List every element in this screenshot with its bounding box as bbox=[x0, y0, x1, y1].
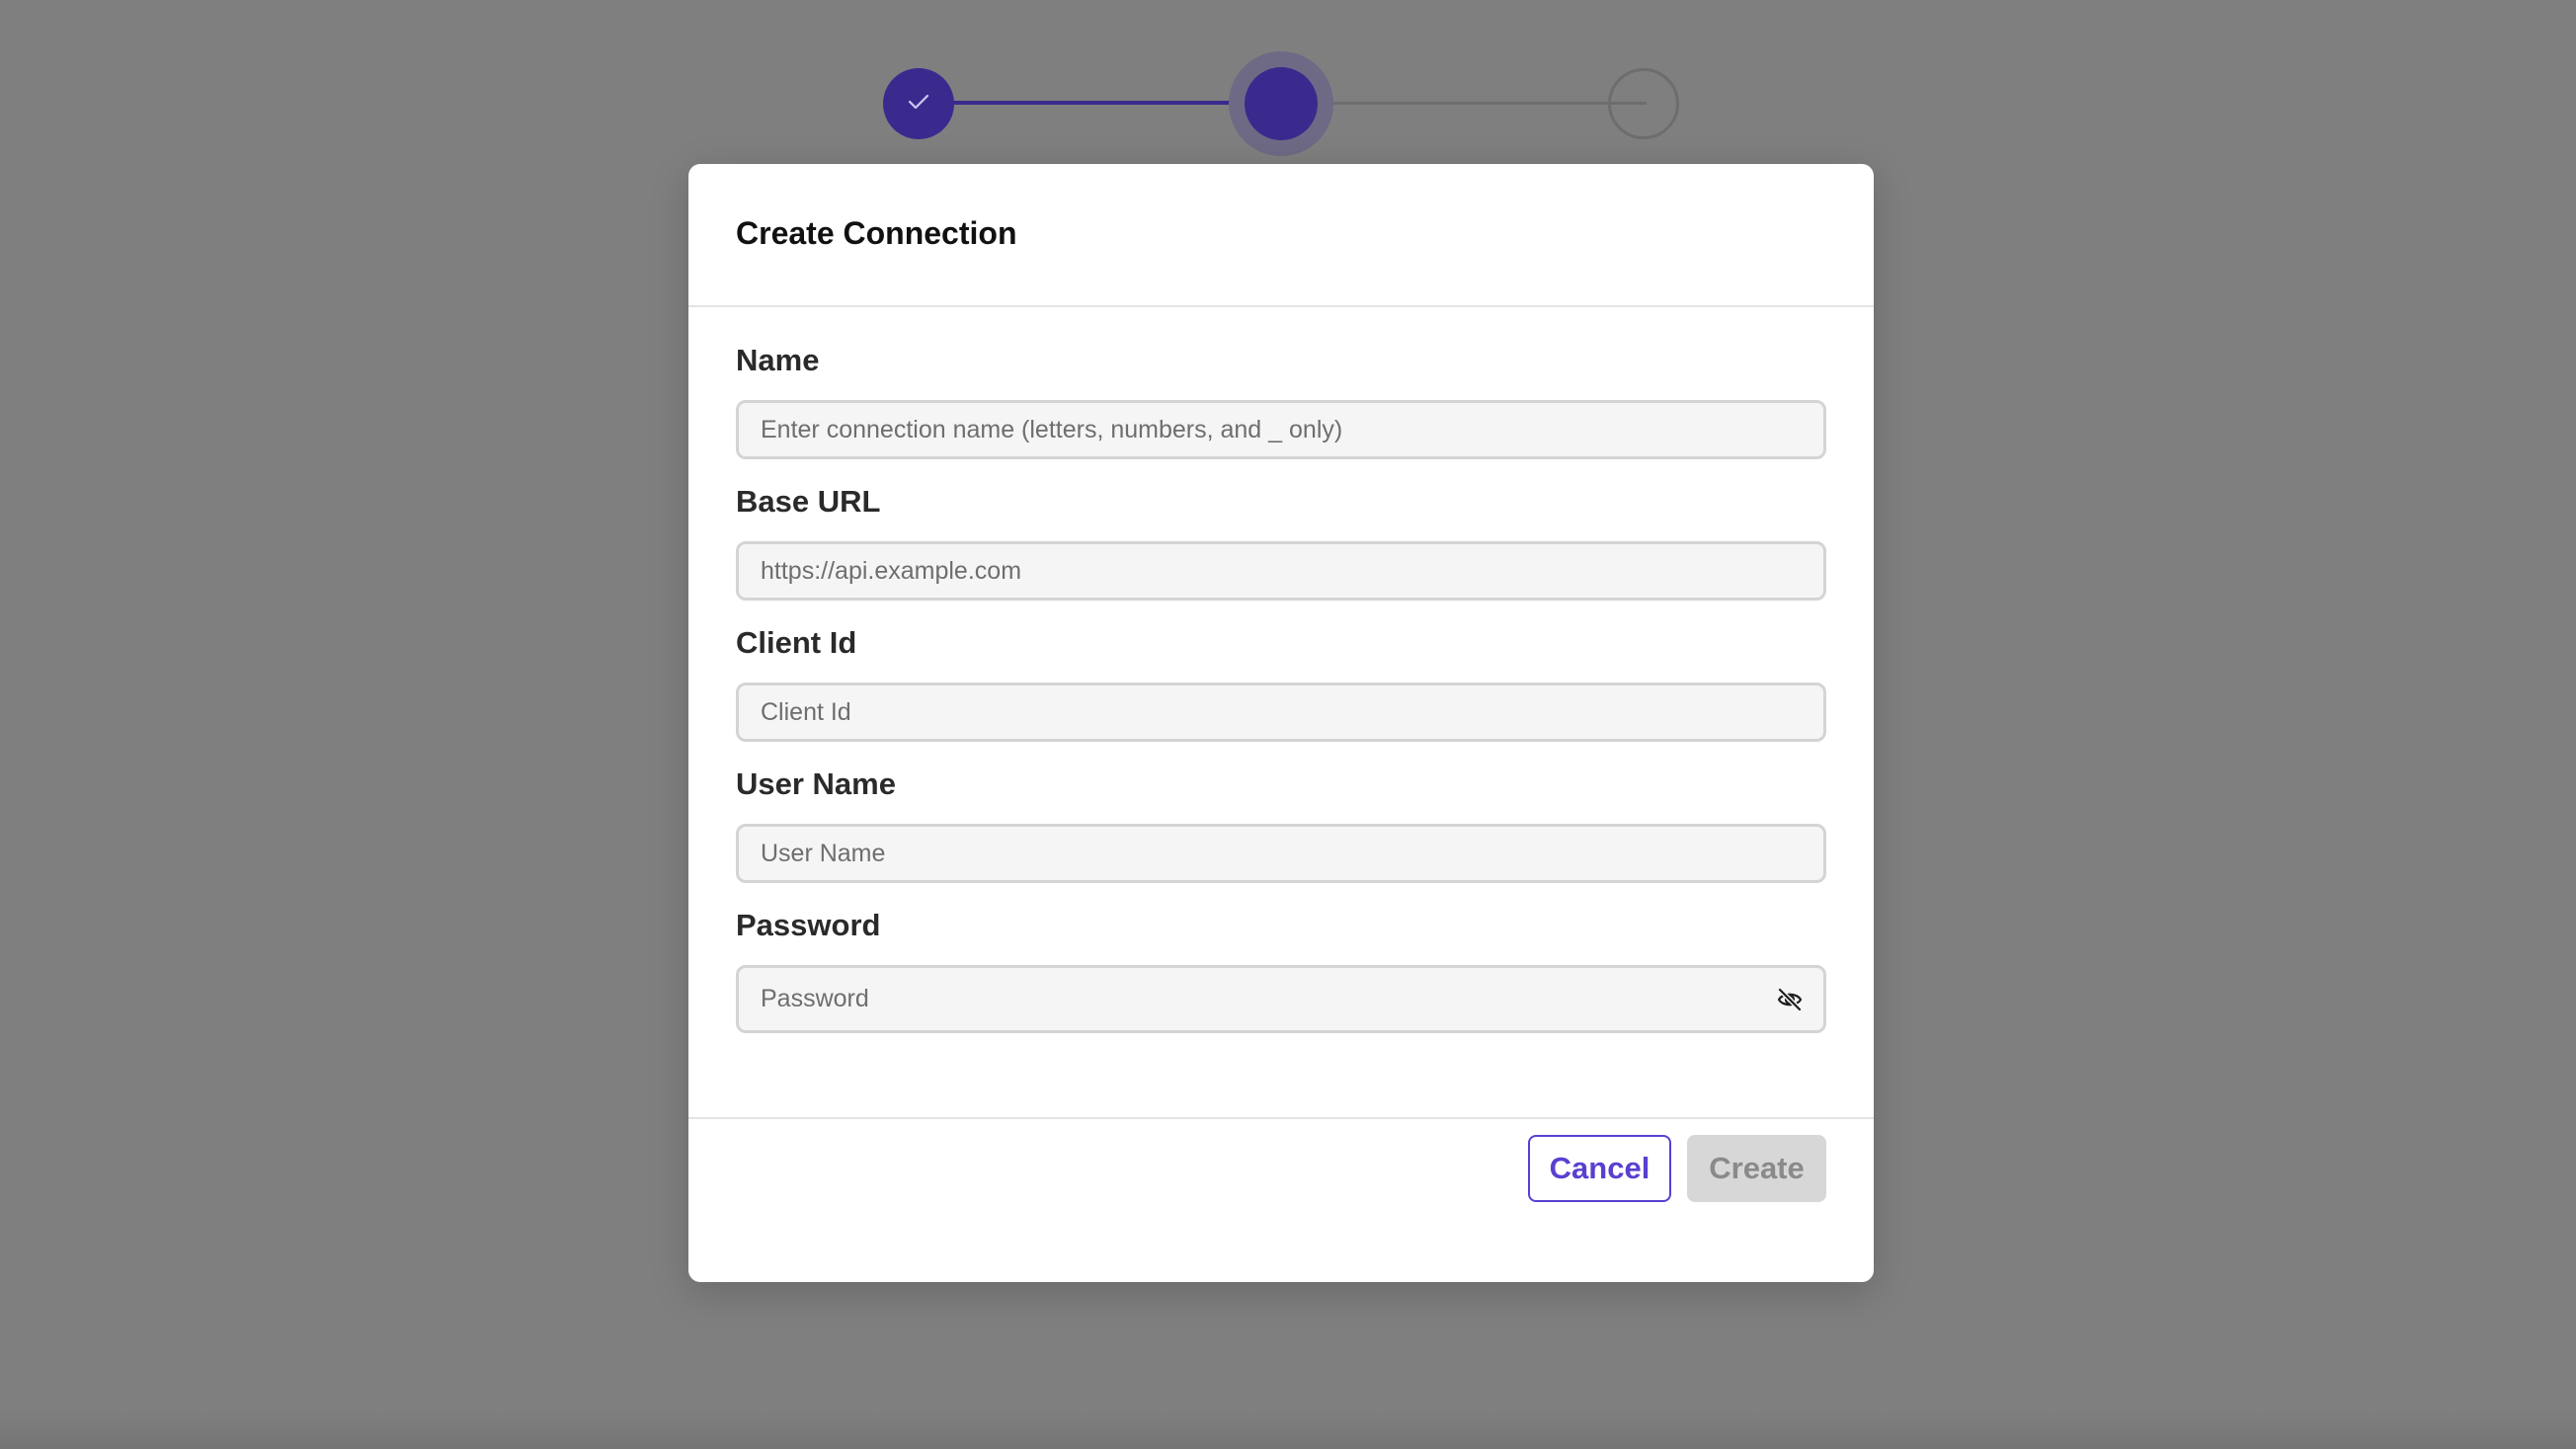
stepper-connector-pending bbox=[1281, 102, 1647, 105]
progress-stepper bbox=[0, 0, 2576, 158]
dialog-footer: Cancel Create bbox=[688, 1119, 1874, 1282]
cancel-button[interactable]: Cancel bbox=[1528, 1135, 1671, 1202]
create-button[interactable]: Create bbox=[1687, 1135, 1826, 1202]
name-field-group: Name bbox=[736, 341, 1826, 459]
name-input[interactable] bbox=[736, 400, 1826, 459]
password-field-group: Password bbox=[736, 906, 1826, 1033]
client-id-label: Client Id bbox=[736, 625, 857, 660]
password-label: Password bbox=[736, 908, 881, 942]
dialog-title: Create Connection bbox=[736, 215, 1017, 251]
user-name-field-group: User Name bbox=[736, 765, 1826, 883]
stepper-step-1 bbox=[883, 68, 954, 139]
client-id-input[interactable] bbox=[736, 683, 1826, 742]
stepper-step-3 bbox=[1608, 68, 1679, 139]
name-label: Name bbox=[736, 343, 820, 377]
check-icon bbox=[908, 93, 929, 116]
dialog-body: Name Base URL Client Id User Name Passwo… bbox=[688, 307, 1874, 1119]
dialog-header: Create Connection bbox=[688, 164, 1874, 307]
base-url-label: Base URL bbox=[736, 484, 881, 519]
password-input-wrapper bbox=[736, 965, 1826, 1033]
password-input[interactable] bbox=[736, 965, 1826, 1033]
base-url-field-group: Base URL bbox=[736, 482, 1826, 601]
eye-off-icon[interactable] bbox=[1775, 985, 1805, 1014]
stepper-step-2 bbox=[1245, 67, 1318, 140]
create-connection-dialog: Create Connection Name Base URL Client I… bbox=[688, 164, 1874, 1282]
base-url-input[interactable] bbox=[736, 541, 1826, 601]
user-name-label: User Name bbox=[736, 766, 896, 801]
client-id-field-group: Client Id bbox=[736, 623, 1826, 742]
user-name-input[interactable] bbox=[736, 824, 1826, 883]
page-bottom-shade bbox=[0, 1409, 2576, 1449]
